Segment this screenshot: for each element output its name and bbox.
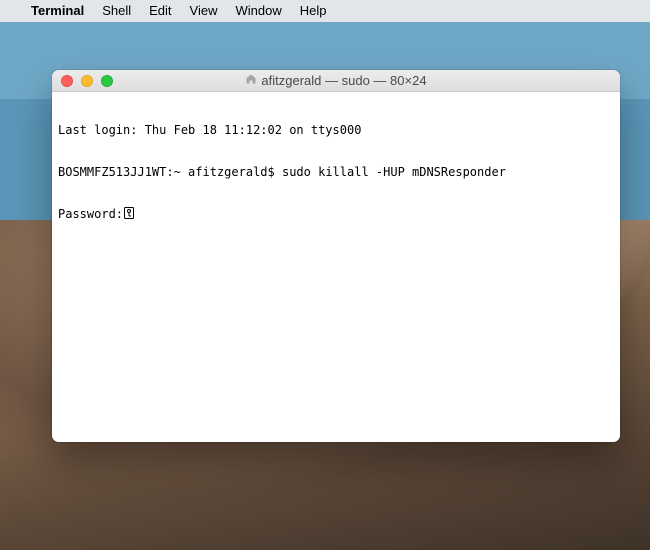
last-login-text: Last login: Thu Feb 18 11:12:02 on ttys0… (58, 123, 361, 137)
window-title-text: afitzgerald — sudo — 80×24 (261, 73, 426, 88)
terminal-line-lastlogin: Last login: Thu Feb 18 11:12:02 on ttys0… (58, 123, 614, 137)
menu-window[interactable]: Window (227, 0, 291, 22)
traffic-lights (52, 75, 113, 87)
window-title: afitzgerald — sudo — 80×24 (52, 73, 620, 88)
command-text: sudo killall -HUP mDNSResponder (282, 165, 506, 179)
menu-help[interactable]: Help (291, 0, 336, 22)
titlebar[interactable]: afitzgerald — sudo — 80×24 (52, 70, 620, 92)
home-icon (245, 73, 257, 88)
terminal-body[interactable]: Last login: Thu Feb 18 11:12:02 on ttys0… (52, 92, 620, 442)
key-icon (124, 207, 134, 219)
maximize-button[interactable] (101, 75, 113, 87)
menu-shell[interactable]: Shell (93, 0, 140, 22)
app-menu[interactable]: Terminal (22, 0, 93, 22)
apple-menu[interactable] (8, 0, 22, 22)
terminal-line-command: BOSMMFZ513JJ1WT:~ afitzgerald$ sudo kill… (58, 165, 614, 179)
password-prompt-text: Password: (58, 207, 123, 221)
menu-view[interactable]: View (181, 0, 227, 22)
terminal-line-password: Password: (58, 207, 614, 221)
close-button[interactable] (61, 75, 73, 87)
prompt-text: BOSMMFZ513JJ1WT:~ afitzgerald$ (58, 165, 282, 179)
menubar: Terminal Shell Edit View Window Help (0, 0, 650, 22)
minimize-button[interactable] (81, 75, 93, 87)
terminal-window: afitzgerald — sudo — 80×24 Last login: T… (52, 70, 620, 442)
menu-edit[interactable]: Edit (140, 0, 180, 22)
